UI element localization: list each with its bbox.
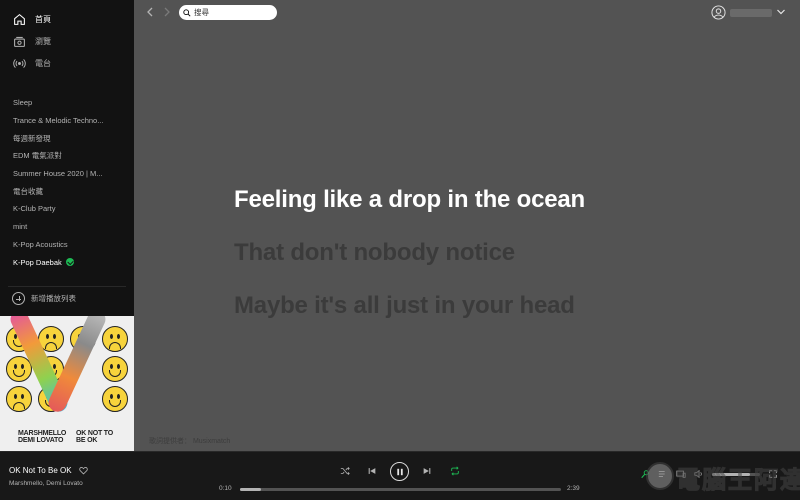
sidebar-nav: 首頁 瀏覽 電台 bbox=[0, 0, 134, 74]
pause-icon bbox=[396, 468, 403, 475]
sidebar-divider bbox=[8, 286, 126, 287]
album-art-artist: MARSHMELLO DEMI LOVATO bbox=[18, 430, 67, 444]
repeat-icon bbox=[451, 466, 459, 476]
previous-button[interactable] bbox=[364, 463, 380, 479]
home-icon bbox=[12, 12, 26, 26]
next-button[interactable] bbox=[419, 463, 435, 479]
playlist-item[interactable]: 每週新發現 bbox=[0, 129, 124, 147]
playlist-list: Sleep Trance & Melodic Techno... 每週新發現 E… bbox=[0, 94, 134, 271]
album-art-title: OK NOT TO BE OK bbox=[76, 430, 113, 444]
shuffle-button[interactable] bbox=[337, 463, 353, 479]
player-bar: OK Not To Be OK Marshmello, Demi Lovato … bbox=[0, 451, 800, 500]
sad-face-icon bbox=[6, 386, 32, 412]
nav-item-radio[interactable]: 電台 bbox=[0, 52, 134, 74]
playlist-item[interactable]: mint bbox=[0, 218, 124, 236]
search-box[interactable] bbox=[179, 5, 277, 20]
forward-button[interactable] bbox=[160, 5, 174, 19]
playlist-item[interactable]: K-Club Party bbox=[0, 200, 124, 218]
playlist-item[interactable]: EDM 電氣派對 bbox=[0, 147, 124, 165]
nav-item-label: 首頁 bbox=[35, 14, 51, 24]
new-playlist-label: 新增播放列表 bbox=[31, 294, 76, 303]
now-playing-artist[interactable]: Marshmello, Demi Lovato bbox=[9, 480, 83, 487]
nav-item-label: 電台 bbox=[35, 58, 51, 68]
progress-bar[interactable] bbox=[240, 488, 561, 491]
lyrics-panel: Feeling like a drop in the ocean That do… bbox=[234, 178, 585, 337]
nav-item-home[interactable]: 首頁 bbox=[0, 8, 134, 30]
chevron-left-icon bbox=[147, 7, 153, 17]
pause-button[interactable] bbox=[390, 462, 409, 481]
skip-forward-icon bbox=[423, 468, 431, 474]
lyric-line[interactable]: That don't nobody notice bbox=[234, 231, 585, 284]
browse-icon bbox=[12, 34, 26, 48]
smiley-face-icon bbox=[102, 386, 128, 412]
main-content: Feeling like a drop in the ocean That do… bbox=[134, 0, 800, 451]
user-name-blurred[interactable] bbox=[730, 9, 772, 17]
now-playing-title[interactable]: OK Not To Be OK bbox=[9, 466, 88, 475]
chevron-down-icon[interactable] bbox=[776, 7, 786, 17]
search-icon bbox=[183, 8, 191, 17]
sad-face-icon bbox=[102, 326, 128, 352]
elapsed-time: 0:10 bbox=[219, 485, 232, 492]
track-title-label: OK Not To Be OK bbox=[9, 466, 72, 475]
new-playlist-button[interactable]: 新增播放列表 bbox=[12, 292, 76, 305]
watermark: 電腦王阿達 bbox=[646, 460, 800, 496]
album-art[interactable]: MARSHMELLO DEMI LOVATO OK NOT TO BE OK bbox=[0, 316, 134, 451]
playlist-item[interactable]: 電台收藏 bbox=[0, 182, 124, 200]
progress-fill bbox=[240, 488, 261, 491]
user-avatar-icon[interactable] bbox=[711, 5, 726, 20]
playlist-item-label: K-Pop Daebak bbox=[13, 257, 62, 267]
playlist-item[interactable]: Summer House 2020 | M... bbox=[0, 165, 124, 183]
heart-icon[interactable] bbox=[78, 466, 88, 475]
lyric-line-current[interactable]: Feeling like a drop in the ocean bbox=[234, 178, 585, 231]
playlist-item[interactable]: K-Pop Acoustics bbox=[0, 236, 124, 254]
nav-item-browse[interactable]: 瀏覽 bbox=[0, 30, 134, 52]
shuffle-icon bbox=[340, 466, 350, 476]
chevron-right-icon bbox=[164, 7, 170, 17]
plus-circle-icon bbox=[12, 292, 25, 305]
playlist-item-active[interactable]: K-Pop Daebak bbox=[0, 253, 124, 271]
skip-back-icon bbox=[368, 468, 376, 474]
watermark-text: 電腦王阿達 bbox=[676, 467, 800, 495]
check-badge-icon bbox=[65, 258, 74, 267]
radio-icon bbox=[12, 56, 26, 70]
lyrics-credit: 歌詞提供者： Musixmatch bbox=[149, 438, 231, 445]
playlist-item[interactable]: Trance & Melodic Techno... bbox=[0, 112, 124, 130]
watermark-mascot-icon bbox=[646, 462, 674, 490]
duration-time: 2:39 bbox=[567, 485, 580, 492]
back-button[interactable] bbox=[143, 5, 157, 19]
top-bar bbox=[134, 0, 800, 26]
repeat-button[interactable] bbox=[447, 463, 463, 479]
nav-item-label: 瀏覽 bbox=[35, 36, 51, 46]
playlist-item[interactable]: Sleep bbox=[0, 94, 124, 112]
lyric-line[interactable]: Maybe it's all just in your head bbox=[234, 284, 585, 337]
search-input[interactable] bbox=[194, 8, 274, 17]
smiley-face-icon bbox=[102, 356, 128, 382]
